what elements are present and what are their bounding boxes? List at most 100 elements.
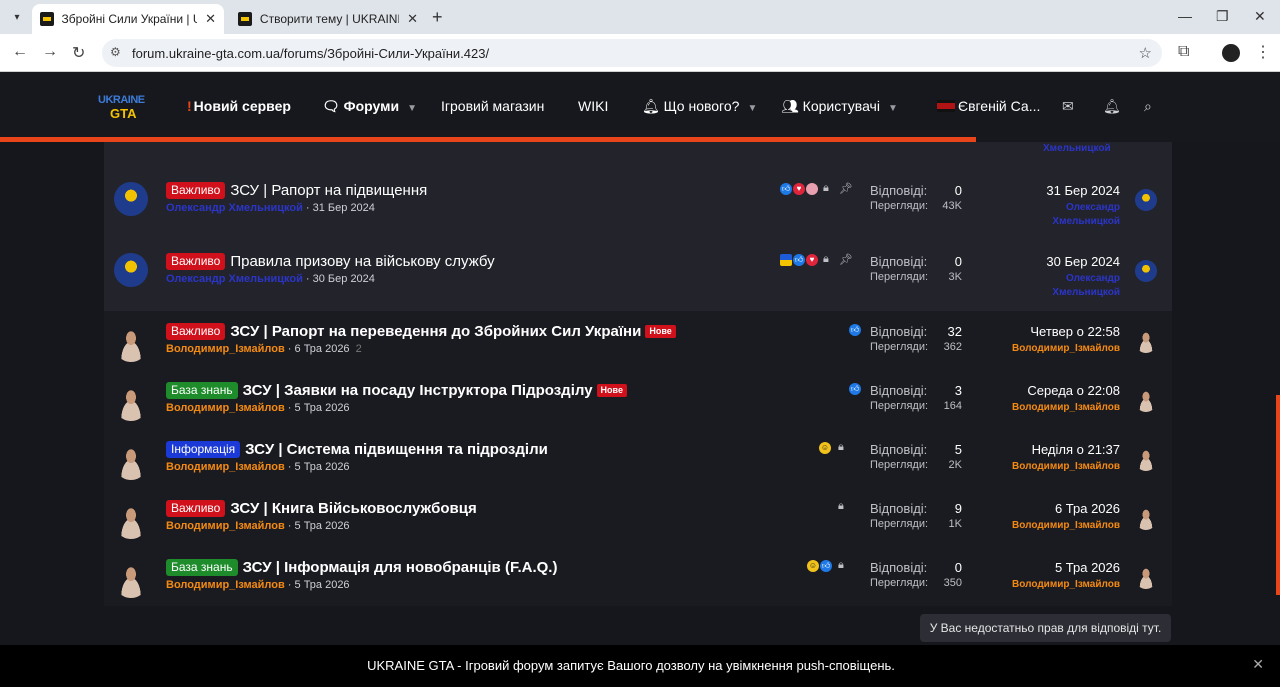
thread-prefix-badge[interactable]: Важливо — [166, 323, 226, 340]
thread-row[interactable]: Важливо ЗСУ | Рапорт на переведення до Зб… — [104, 323, 1172, 381]
thread-prefix-badge[interactable]: Інформація — [166, 441, 241, 458]
thread-title[interactable]: ЗСУ | Рапорт на підвищення — [230, 182, 427, 199]
last-poster-avatar[interactable] — [1135, 260, 1157, 282]
last-post-date[interactable]: Середа о 22:08 — [1027, 383, 1120, 398]
reload-icon[interactable]: ↻ — [72, 43, 85, 63]
thread-author[interactable]: Володимир_Ізмайлов — [166, 402, 285, 414]
chevron-down-icon[interactable]: ▼ — [888, 103, 898, 114]
author-avatar[interactable] — [114, 182, 148, 216]
maximize-icon[interactable]: ❐ — [1216, 8, 1229, 25]
thread-title-line[interactable]: База знань ЗСУ | Інформація для новобранц… — [166, 559, 557, 576]
thread-start-date[interactable]: 5 Тра 2026 — [295, 402, 350, 414]
thread-row[interactable]: База знань ЗСУ | Інформація для новобранц… — [104, 559, 1172, 617]
thread-start-date[interactable]: 5 Тра 2026 — [295, 579, 350, 591]
thread-title-line[interactable]: Важливо ЗСУ | Рапорт на переведення до Зб… — [166, 323, 676, 340]
last-poster[interactable]: Олександр Хмельницкой — [1010, 201, 1120, 229]
reactions-summary[interactable]: ☺ — [819, 441, 831, 455]
tab-search-button[interactable]: ▾ — [6, 6, 28, 28]
thread-start-date[interactable]: 31 Бер 2024 — [313, 202, 375, 214]
nav-whats-new[interactable]: 🔔︎ Що нового? ▼ — [642, 98, 757, 115]
last-poster-avatar[interactable] — [1135, 189, 1157, 211]
page-link[interactable]: 2 — [356, 343, 362, 355]
site-info-icon[interactable]: ⚙ — [110, 45, 121, 59]
last-poster[interactable]: Олександр Хмельницкой — [1010, 272, 1120, 300]
close-tab-icon[interactable]: ✕ — [205, 11, 216, 27]
browser-tab-active[interactable]: Збройні Сили України | UKRAINE GTA ✕ — [32, 4, 224, 34]
push-notification-banner[interactable]: UKRAINE GTA - Ігровий форум запитує Вашо… — [0, 645, 1280, 687]
author-avatar[interactable] — [114, 564, 148, 598]
inbox-icon[interactable]: ✉ — [1062, 98, 1074, 115]
last-poster[interactable]: Володимир_Ізмайлов — [1010, 519, 1120, 533]
thread-title-line[interactable]: База знань ЗСУ | Заявки на посаду Інструк… — [166, 382, 627, 399]
thread-start-date[interactable]: 30 Бер 2024 — [313, 273, 375, 285]
thread-author[interactable]: Олександр Хмельницкой — [166, 202, 303, 214]
minimize-icon[interactable]: — — [1178, 8, 1192, 24]
author-avatar[interactable] — [114, 328, 148, 362]
search-icon[interactable]: ⌕ — [1144, 98, 1152, 115]
thread-title[interactable]: ЗСУ | Заявки на посаду Інструктора Підро… — [243, 382, 593, 399]
last-poster[interactable]: Володимир_Ізмайлов — [1010, 460, 1120, 474]
last-poster-avatar[interactable] — [1135, 331, 1157, 353]
nav-new-server[interactable]: ! Новий сервер — [187, 98, 291, 114]
nav-shop[interactable]: Ігровий магазин — [441, 98, 544, 114]
author-avatar[interactable] — [114, 387, 148, 421]
thread-start-date[interactable]: 5 Тра 2026 — [295, 520, 350, 532]
site-logo[interactable]: UKRAINE GTA — [98, 94, 150, 122]
account-username[interactable]: Євгеній Са... — [958, 98, 1040, 114]
close-tab-icon[interactable]: ✕ — [407, 11, 418, 27]
url-text[interactable]: forum.ukraine-gta.com.ua/forums/Збройні-… — [132, 46, 489, 61]
last-poster[interactable]: Володимир_Ізмайлов — [1010, 342, 1120, 356]
author-avatar[interactable] — [114, 505, 148, 539]
last-poster[interactable]: Володимир_Ізмайлов — [1010, 578, 1120, 592]
reactions-summary[interactable]: 👍︎ ♥ — [780, 253, 818, 267]
reactions-summary[interactable]: 👍︎ — [849, 382, 861, 396]
forward-icon[interactable]: → — [42, 43, 58, 61]
nav-wiki[interactable]: WIKI — [578, 98, 608, 114]
reactions-summary[interactable]: 👍︎ ♥ — [780, 182, 818, 196]
last-post-date[interactable]: 5 Тра 2026 — [1055, 560, 1120, 575]
alerts-bell-icon[interactable]: 🔔︎ — [1103, 98, 1121, 115]
thread-row[interactable]: Важливо Правила призову на військову служ… — [104, 253, 1172, 311]
profile-avatar-icon[interactable] — [1222, 44, 1240, 62]
thread-title[interactable]: ЗСУ | Інформація для новобранців (F.A.Q.… — [243, 559, 558, 576]
last-poster-avatar[interactable] — [1135, 567, 1157, 589]
thread-prefix-badge[interactable]: Важливо — [166, 182, 226, 199]
browser-tab[interactable]: Створити тему | UKRAINE GTA ✕ — [230, 4, 426, 34]
thread-start-date[interactable]: 6 Тра 2026 — [295, 343, 350, 355]
last-poster[interactable]: Володимир_Ізмайлов — [1010, 401, 1120, 415]
push-banner-message[interactable]: UKRAINE GTA - Ігровий форум запитує Вашо… — [0, 658, 1262, 673]
close-window-icon[interactable]: ✕ — [1254, 8, 1266, 25]
browser-menu-icon[interactable]: ⋮ — [1255, 42, 1271, 62]
close-icon[interactable]: ✕ — [1252, 656, 1264, 673]
new-tab-icon[interactable]: + — [432, 7, 443, 28]
last-poster-avatar[interactable] — [1135, 508, 1157, 530]
extensions-icon[interactable]: ⧉ — [1178, 43, 1189, 61]
partial-last-poster[interactable]: Хмельницкой — [1043, 143, 1111, 154]
thread-title[interactable]: ЗСУ | Система підвищення та підрозділи — [245, 441, 548, 458]
thread-title-line[interactable]: Важливо ЗСУ | Рапорт на підвищення — [166, 182, 427, 199]
author-avatar[interactable] — [114, 446, 148, 480]
thread-row[interactable]: Важливо ЗСУ | Рапорт на підвищення Олексан… — [104, 182, 1172, 240]
thread-title-line[interactable]: Важливо Правила призову на військову служ… — [166, 253, 495, 270]
thread-row[interactable]: База знань ЗСУ | Заявки на посаду Інструк… — [104, 382, 1172, 440]
thread-start-date[interactable]: 5 Тра 2026 — [295, 461, 350, 473]
address-bar[interactable]: ⚙ forum.ukraine-gta.com.ua/forums/Збройн… — [102, 39, 1162, 67]
thread-title-line[interactable]: Інформація ЗСУ | Система підвищення та пі… — [166, 441, 548, 458]
back-icon[interactable]: ← — [12, 43, 28, 61]
last-poster-avatar[interactable] — [1135, 449, 1157, 471]
thread-author[interactable]: Олександр Хмельницкой — [166, 273, 303, 285]
nav-forums[interactable]: 🗨 Форуми ▼ — [322, 98, 417, 115]
nav-users[interactable]: 👥︎ Користувачі ▼ — [781, 98, 898, 115]
thread-prefix-badge[interactable]: База знань — [166, 559, 238, 576]
thread-author[interactable]: Володимир_Ізмайлов — [166, 579, 285, 591]
last-poster-avatar[interactable] — [1135, 390, 1157, 412]
bookmark-star-icon[interactable]: ☆ — [1139, 44, 1152, 62]
user-avatar[interactable] — [937, 100, 955, 112]
thread-row[interactable]: Важливо ЗСУ | Книга Військовослужбовця Вол… — [104, 500, 1172, 558]
thread-title[interactable]: ЗСУ | Книга Військовослужбовця — [230, 500, 476, 517]
chevron-down-icon[interactable]: ▼ — [407, 103, 417, 114]
thread-prefix-badge[interactable]: База знань — [166, 382, 238, 399]
last-post-date[interactable]: 6 Тра 2026 — [1055, 501, 1120, 516]
scrollbar-thumb[interactable] — [1276, 395, 1280, 595]
thread-author[interactable]: Володимир_Ізмайлов — [166, 343, 285, 355]
